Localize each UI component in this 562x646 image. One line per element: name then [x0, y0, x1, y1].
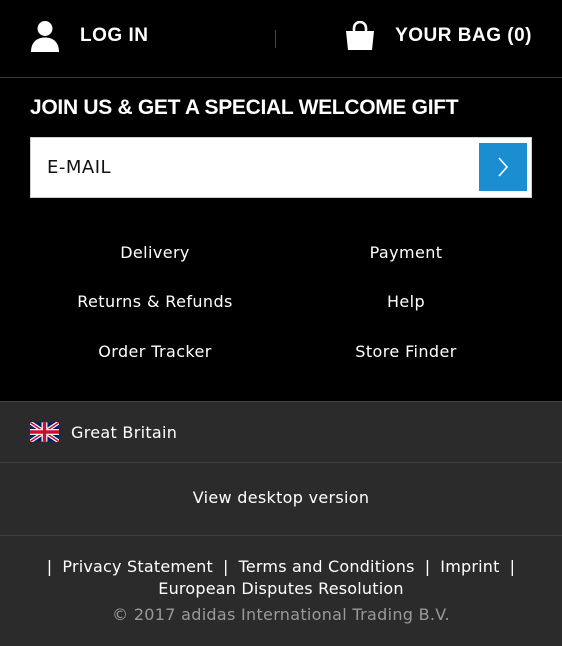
delivery-link[interactable]: Delivery [30, 243, 280, 262]
legal-separator: | [424, 557, 431, 576]
user-icon [31, 21, 59, 52]
legal-separator: | [46, 557, 53, 576]
legal-separator: | [509, 557, 516, 576]
email-field[interactable] [47, 138, 467, 197]
payment-link[interactable]: Payment [281, 243, 531, 262]
chevron-right-icon [498, 157, 509, 177]
legal-separator: | [223, 557, 229, 576]
returns-refunds-link[interactable]: Returns & Refunds [30, 292, 280, 311]
uk-flag-icon [30, 422, 59, 442]
newsletter-heading: JOIN US & GET A SPECIAL WELCOME GIFT [30, 96, 459, 119]
legal-links: | Privacy Statement | Terms and Conditions |… [0, 556, 562, 600]
disputes-resolution-link[interactable]: European Disputes Resolution [158, 579, 403, 598]
imprint-link[interactable]: Imprint [440, 557, 499, 576]
help-link[interactable]: Help [281, 292, 531, 311]
terms-conditions-link[interactable]: Terms and Conditions [239, 557, 415, 576]
divider [0, 462, 562, 463]
email-submit-button[interactable] [479, 143, 527, 191]
privacy-statement-link[interactable]: Privacy Statement [62, 557, 213, 576]
bag-label: YOUR BAG (0) [395, 25, 532, 46]
country-selector[interactable]: Great Britain [30, 420, 177, 444]
desktop-version-link[interactable]: View desktop version [0, 488, 562, 507]
bag-button[interactable]: YOUR BAG (0) [345, 18, 532, 54]
login-button[interactable]: LOG IN [30, 18, 148, 54]
top-bar: LOG IN YOUR BAG (0) [0, 0, 562, 78]
divider [0, 535, 562, 536]
order-tracker-link[interactable]: Order Tracker [30, 342, 280, 361]
login-label: LOG IN [80, 25, 149, 46]
newsletter-form [30, 137, 532, 198]
country-label: Great Britain [71, 422, 178, 442]
shopping-bag-icon [346, 21, 375, 50]
store-finder-link[interactable]: Store Finder [281, 342, 531, 361]
header-divider [275, 30, 276, 48]
copyright-text: © 2017 adidas International Trading B.V. [112, 605, 450, 624]
